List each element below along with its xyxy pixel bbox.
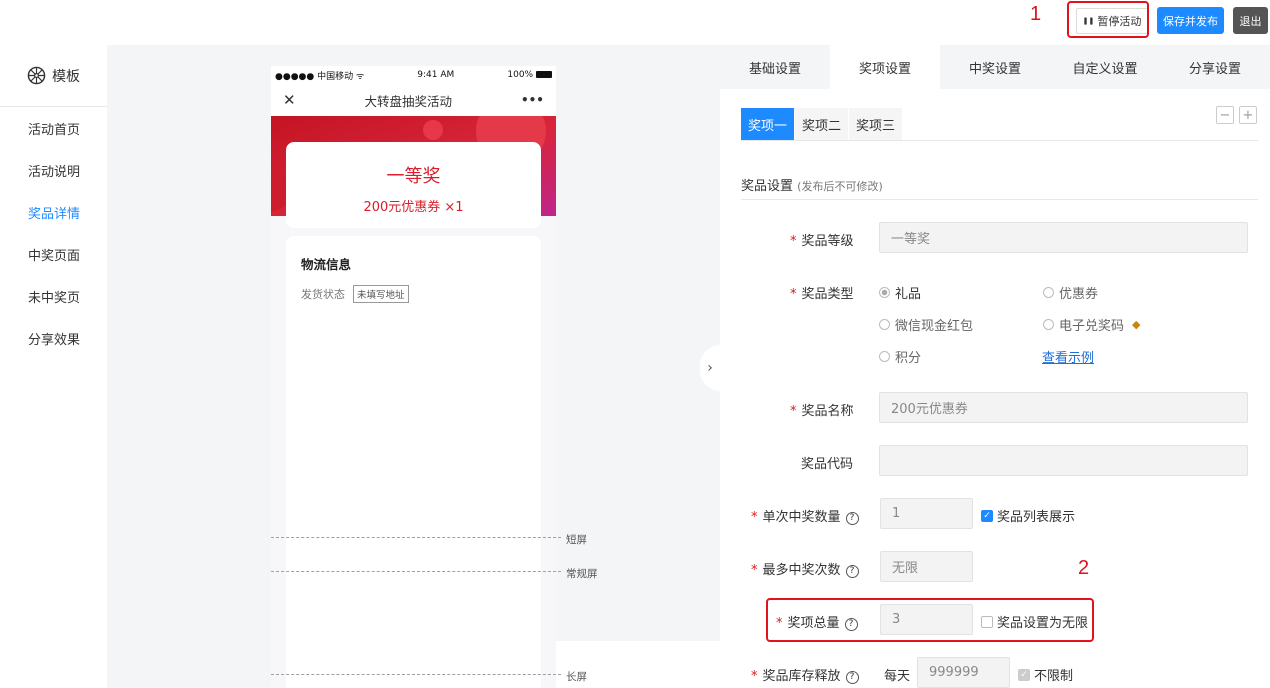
logistics-title: 物流信息 <box>301 257 352 272</box>
close-icon[interactable]: ✕ <box>283 91 296 109</box>
more-icon[interactable]: ••• <box>521 93 544 107</box>
prize-subtabs: 奖项一 奖项二 奖项三 <box>741 108 903 140</box>
prize-type-label: * 奖品类型 <box>790 287 854 302</box>
sidebar-item-share-effect[interactable]: 分享效果 <box>0 317 107 359</box>
decor-circle <box>423 120 443 140</box>
shipping-status-tag: 未填写地址 <box>353 285 409 303</box>
shipping-label: 发货状态 <box>301 288 345 301</box>
phone-status-bar: ●●●●● 中国移动 ᯤ 9:41 AM 100% <box>271 66 556 84</box>
guide-line-long <box>271 674 561 675</box>
single-win-qty-field[interactable]: 1 <box>880 498 973 529</box>
radio-coupon[interactable]: 优惠券 <box>1043 283 1098 302</box>
annotation-number-1: 1 <box>1030 3 1042 25</box>
settings-tabs: 基础设置 奖项设置 中奖设置 自定义设置 分享设置 <box>720 45 1270 89</box>
template-wheel-icon <box>27 66 46 85</box>
carrier-text: ●●●●● 中国移动 ᯤ <box>275 71 365 82</box>
show-in-list-checkbox[interactable]: ✓ 奖品列表展示 <box>981 506 1075 525</box>
section-title: 奖品设置 (发布后不可修改) <box>741 179 883 194</box>
divider <box>741 140 1258 141</box>
sidebar: 模板 活动首页 活动说明 奖品详情 中奖页面 未中奖页 分享效果 <box>0 45 107 688</box>
save-and-publish-button[interactable]: 保存并发布 <box>1157 7 1224 34</box>
guide-line-short <box>271 537 561 538</box>
prize-card: 一等奖 200元优惠券 ×1 <box>286 142 541 228</box>
logistics-card: 物流信息 发货状态 未填写地址 <box>286 236 541 688</box>
prize-code-field[interactable] <box>879 445 1248 476</box>
checkbox-checked-icon: ✓ <box>1018 668 1030 681</box>
exit-button[interactable]: 退出 <box>1233 7 1268 34</box>
guide-label-short: 短屏 <box>566 534 587 546</box>
sidebar-item-home[interactable]: 活动首页 <box>0 107 107 149</box>
subtab-prize-2[interactable]: 奖项二 <box>795 108 849 140</box>
help-icon[interactable]: ? <box>845 670 859 684</box>
guide-label-long: 长屏 <box>566 671 587 683</box>
max-win-times-field[interactable]: 无限 <box>880 551 973 582</box>
subtab-prize-1[interactable]: 奖项一 <box>741 108 795 140</box>
battery-text: 100% <box>507 70 552 80</box>
section-note: (发布后不可修改) <box>797 180 883 193</box>
sidebar-item-no-win-page[interactable]: 未中奖页 <box>0 275 107 317</box>
time-text: 9:41 AM <box>417 70 455 80</box>
radio-wechat-cash[interactable]: 微信现金红包 <box>879 315 973 334</box>
tab-share-settings[interactable]: 分享设置 <box>1160 45 1270 89</box>
checkbox-checked-icon: ✓ <box>981 509 993 522</box>
max-win-times-label: * 最多中奖次数? <box>751 559 859 578</box>
radio-gift[interactable]: 礼品 <box>879 283 921 302</box>
sidebar-item-winning-page[interactable]: 中奖页面 <box>0 233 107 275</box>
single-win-qty-label: * 单次中奖数量? <box>751 506 859 525</box>
remove-prize-button[interactable]: − <box>1216 106 1234 124</box>
view-example-link[interactable]: 查看示例 <box>1042 347 1094 366</box>
prize-name-label: * 奖品名称 <box>790 404 854 419</box>
prize-level-text: 一等奖 <box>386 166 441 187</box>
chevron-right-icon: › <box>707 360 713 376</box>
guide-line-normal <box>271 571 561 572</box>
sidebar-item-description[interactable]: 活动说明 <box>0 149 107 191</box>
stock-unlimited-checkbox[interactable]: ✓ 不限制 <box>1018 665 1073 684</box>
stock-release-label: * 奖品库存释放? <box>751 665 859 684</box>
divider <box>741 199 1258 200</box>
premium-diamond-icon: ◆ <box>1132 318 1141 331</box>
prize-level-field[interactable]: 一等奖 <box>879 222 1248 253</box>
prize-level-label: * 奖品等级 <box>790 234 854 249</box>
sidebar-title: 模板 <box>52 68 80 85</box>
prize-desc-text: 200元优惠券 ×1 <box>363 200 464 215</box>
radio-points[interactable]: 积分 <box>879 347 921 366</box>
shipping-row: 发货状态 未填写地址 <box>301 285 526 303</box>
settings-panel: 基础设置 奖项设置 中奖设置 自定义设置 分享设置 奖项一 奖项二 奖项三 − … <box>720 45 1270 688</box>
highlight-box-2 <box>766 598 1094 642</box>
phone-nav-bar: ✕ 大转盘抽奖活动 ••• <box>271 84 556 116</box>
stock-per-day-label: 每天 <box>884 669 911 684</box>
add-prize-button[interactable]: + <box>1239 106 1257 124</box>
help-icon[interactable]: ? <box>845 511 859 525</box>
tab-custom-settings[interactable]: 自定义设置 <box>1050 45 1160 89</box>
prize-name-field[interactable]: 200元优惠券 <box>879 392 1248 423</box>
stock-release-field[interactable]: 999999 <box>917 657 1010 688</box>
guide-label-normal: 常规屏 <box>566 568 598 580</box>
phone-preview: ●●●●● 中国移动 ᯤ 9:41 AM 100% ✕ 大转盘抽奖活动 ••• … <box>271 66 556 688</box>
tab-prize-settings[interactable]: 奖项设置 <box>830 45 940 89</box>
annotation-number-2: 2 <box>1078 557 1090 579</box>
radio-redeem-code[interactable]: 电子兑奖码 ◆ <box>1043 315 1140 334</box>
prize-code-label: 奖品代码 <box>801 457 854 472</box>
help-icon[interactable]: ? <box>845 564 859 578</box>
tab-basic-settings[interactable]: 基础设置 <box>720 45 830 89</box>
tab-winning-settings[interactable]: 中奖设置 <box>940 45 1050 89</box>
phone-page-title: 大转盘抽奖活动 <box>364 93 453 109</box>
highlight-box-1 <box>1067 1 1149 38</box>
sidebar-header[interactable]: 模板 <box>0 45 107 107</box>
subtab-prize-3[interactable]: 奖项三 <box>849 108 903 140</box>
battery-icon <box>535 71 552 78</box>
sidebar-item-prize-details[interactable]: 奖品详情 <box>0 191 107 233</box>
